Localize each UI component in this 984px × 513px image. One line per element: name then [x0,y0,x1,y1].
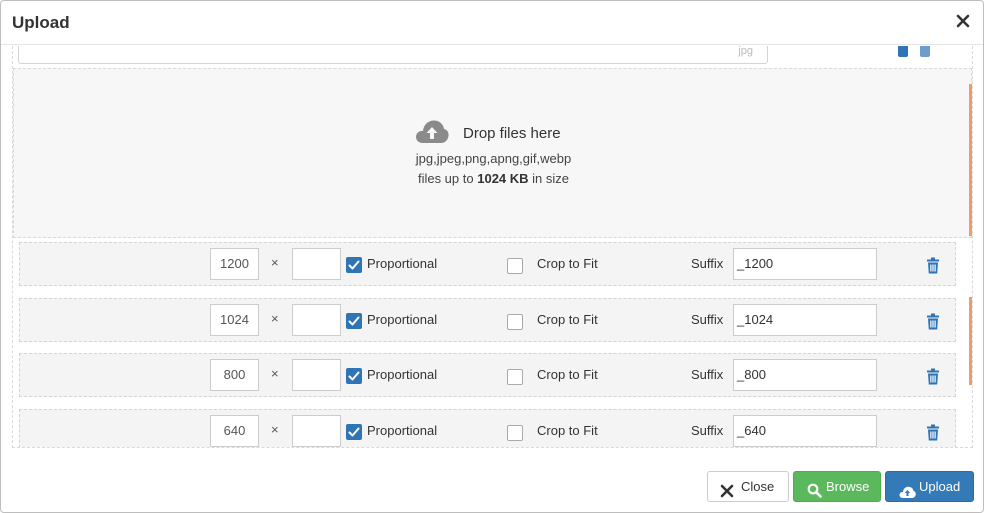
crop-label: Crop to Fit [537,423,598,438]
trash-icon[interactable] [926,368,940,385]
width-input[interactable]: 800 [210,359,259,391]
trash-icon[interactable] [926,424,940,441]
file-row-actions [894,46,944,58]
trash-icon[interactable] [920,46,930,57]
trash-icon[interactable] [926,257,940,274]
height-input[interactable] [292,248,341,280]
proportional-label: Proportional [367,312,438,327]
browse-label: Browse [826,479,870,494]
proportional-label: Proportional [367,423,438,438]
dialog-header: Upload [1,1,983,45]
height-input[interactable] [292,304,341,336]
dialog-title: Upload [12,13,70,32]
size-suffix: in size [532,171,570,186]
size-row: 1024 × Proportional Crop to Fit Suffix _1024 [19,298,956,342]
height-input[interactable] [292,415,341,447]
proportional-label: Proportional [367,256,438,271]
suffix-label: Suffix [691,312,724,327]
height-input[interactable] [292,359,341,391]
proportional-checkbox[interactable] [346,424,362,440]
suffix-label: Suffix [691,423,724,438]
crop-label: Crop to Fit [537,312,598,327]
upload-body: jpg Drop files here jpg,jpeg,png,apng,gi… [12,46,973,448]
suffix-input[interactable]: _800 [733,359,877,391]
suffix-input[interactable]: _640 [733,415,877,447]
times-sign: × [271,311,279,326]
proportional-label: Proportional [367,367,438,382]
crop-checkbox[interactable] [507,369,523,385]
search-icon [807,479,822,508]
times-sign: × [271,366,279,381]
trash-icon[interactable] [926,313,940,330]
upload-dialog: Upload jpg Drop files here jpg,jpeg,png,… [0,0,984,513]
dropzone-title: Drop files here [463,125,561,142]
crop-label: Crop to Fit [537,256,598,271]
size-row: 640 × Proportional Crop to Fit Suffix _640 [19,409,956,447]
times-sign: × [271,255,279,270]
crop-checkbox[interactable] [507,314,523,330]
proportional-checkbox[interactable] [346,257,362,273]
upload-button[interactable]: Upload [885,471,974,502]
crop-label: Crop to Fit [537,367,598,382]
dropzone[interactable]: Drop files here jpg,jpeg,png,apng,gif,we… [13,68,972,238]
cloud-upload-icon [415,119,449,145]
browse-button[interactable]: Browse [793,471,881,502]
proportional-checkbox[interactable] [346,313,362,329]
cloud-upload-icon [899,480,916,509]
size-value: 1024 KB [477,171,529,186]
times-sign: × [271,422,279,437]
size-row: 800 × Proportional Crop to Fit Suffix _800 [19,353,956,397]
scrollbar-thumb[interactable] [969,84,972,236]
close-button[interactable]: Close [707,471,789,502]
suffix-input[interactable]: _1024 [733,304,877,336]
suffix-label: Suffix [691,256,724,271]
width-input[interactable]: 640 [210,415,259,447]
crop-checkbox[interactable] [507,258,523,274]
suffix-label: Suffix [691,367,724,382]
scrollbar-thumb-secondary[interactable] [969,297,972,385]
file-extension: jpg [738,46,753,57]
width-input[interactable]: 1200 [210,248,259,280]
crop-checkbox[interactable] [507,425,523,441]
close-x-icon [720,479,734,508]
edit-icon[interactable] [898,46,908,57]
file-row: jpg [18,46,768,64]
suffix-input[interactable]: _1200 [733,248,877,280]
size-row: 1200 × Proportional Crop to Fit Suffix _1200 [19,242,956,286]
upload-label: Upload [919,479,961,494]
dialog-footer: Close Browse Upload [1,459,983,513]
close-icon[interactable] [955,11,971,31]
width-input[interactable]: 1024 [210,304,259,336]
close-label: Close [741,479,775,494]
proportional-checkbox[interactable] [346,368,362,384]
size-prefix: files up to [417,171,474,186]
size-limit: files up to 1024 KB in size [14,171,972,186]
allowed-types: jpg,jpeg,png,apng,gif,webp [415,151,572,166]
